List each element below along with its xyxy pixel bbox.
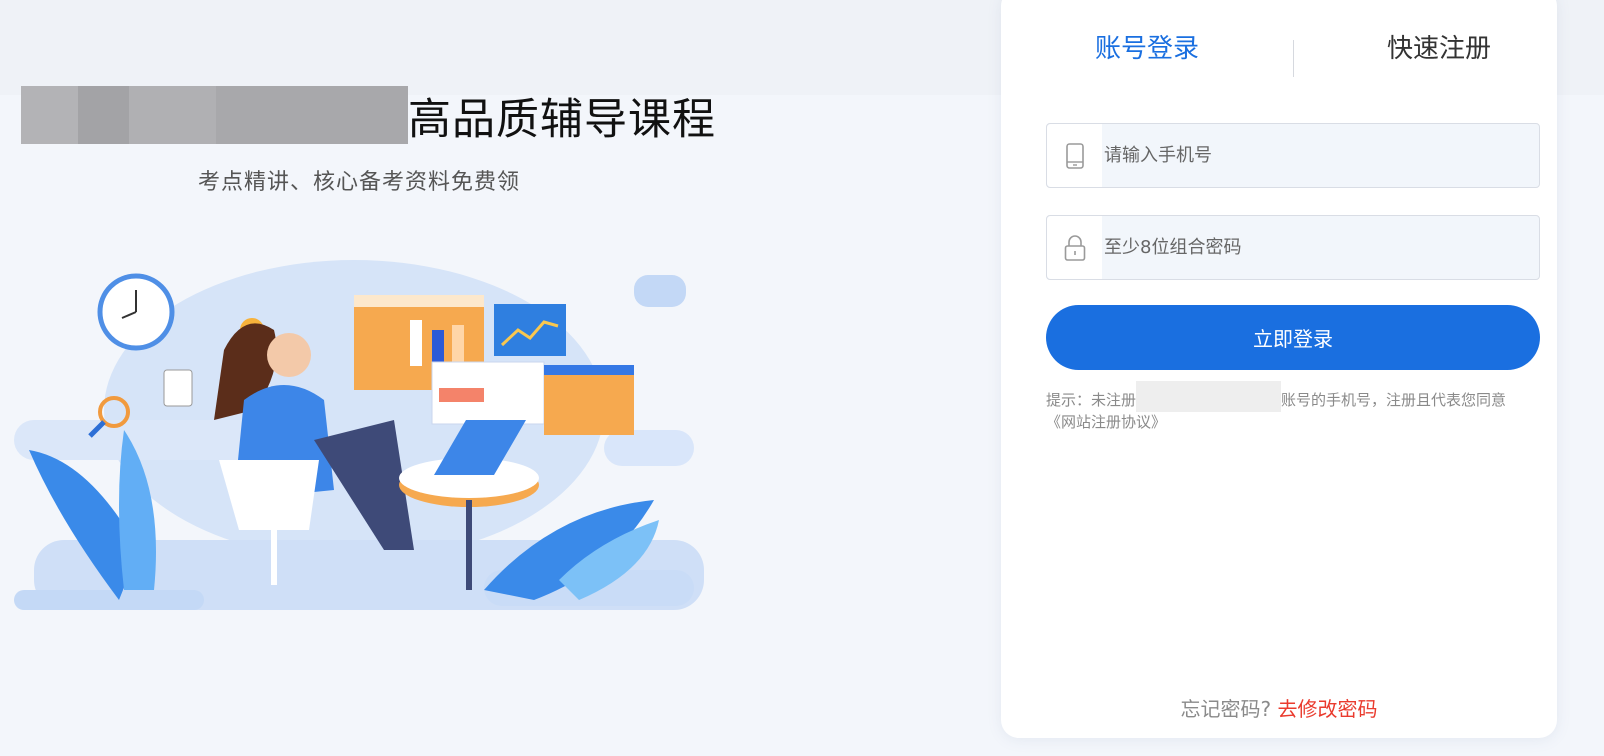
hero-headline: 高品质辅导课程: [408, 95, 716, 145]
tab-quick-register[interactable]: 快速注册: [1387, 28, 1491, 65]
forgot-question: 忘记密码?: [1180, 697, 1272, 721]
password-field: [1046, 215, 1540, 280]
login-button[interactable]: 立即登录: [1046, 305, 1540, 370]
brand-name-blurred: [1136, 381, 1282, 412]
password-input[interactable]: [1102, 216, 1539, 279]
phone-field: [1046, 123, 1540, 188]
hint-suffix: 账号的手机号，注册且代表您同意: [1281, 391, 1507, 409]
register-hint: 提示：未注册 账号的手机号，注册且代表您同意 《网站注册协议》: [1046, 381, 1540, 433]
phone-icon: [1047, 124, 1102, 187]
tab-divider: [1293, 40, 1294, 77]
login-card: 账号登录 快速注册 立即登录 提示：未注册 账号的手机号，注册且代表您同意 《网站…: [1001, 0, 1557, 738]
hint-prefix: 提示：未注册: [1046, 391, 1137, 409]
phone-input[interactable]: [1102, 124, 1539, 187]
brand-logo-blurred: [21, 86, 408, 144]
hero-illustration: [14, 260, 704, 610]
lock-icon: [1047, 216, 1102, 279]
agreement-link[interactable]: 《网站注册协议》: [1046, 413, 1166, 431]
hero-subline: 考点精讲、核心备考资料免费领: [198, 170, 521, 195]
tab-account-login[interactable]: 账号登录: [1095, 28, 1199, 65]
forgot-password: 忘记密码? 去修改密码: [1001, 693, 1557, 722]
reset-password-link[interactable]: 去修改密码: [1277, 697, 1377, 721]
